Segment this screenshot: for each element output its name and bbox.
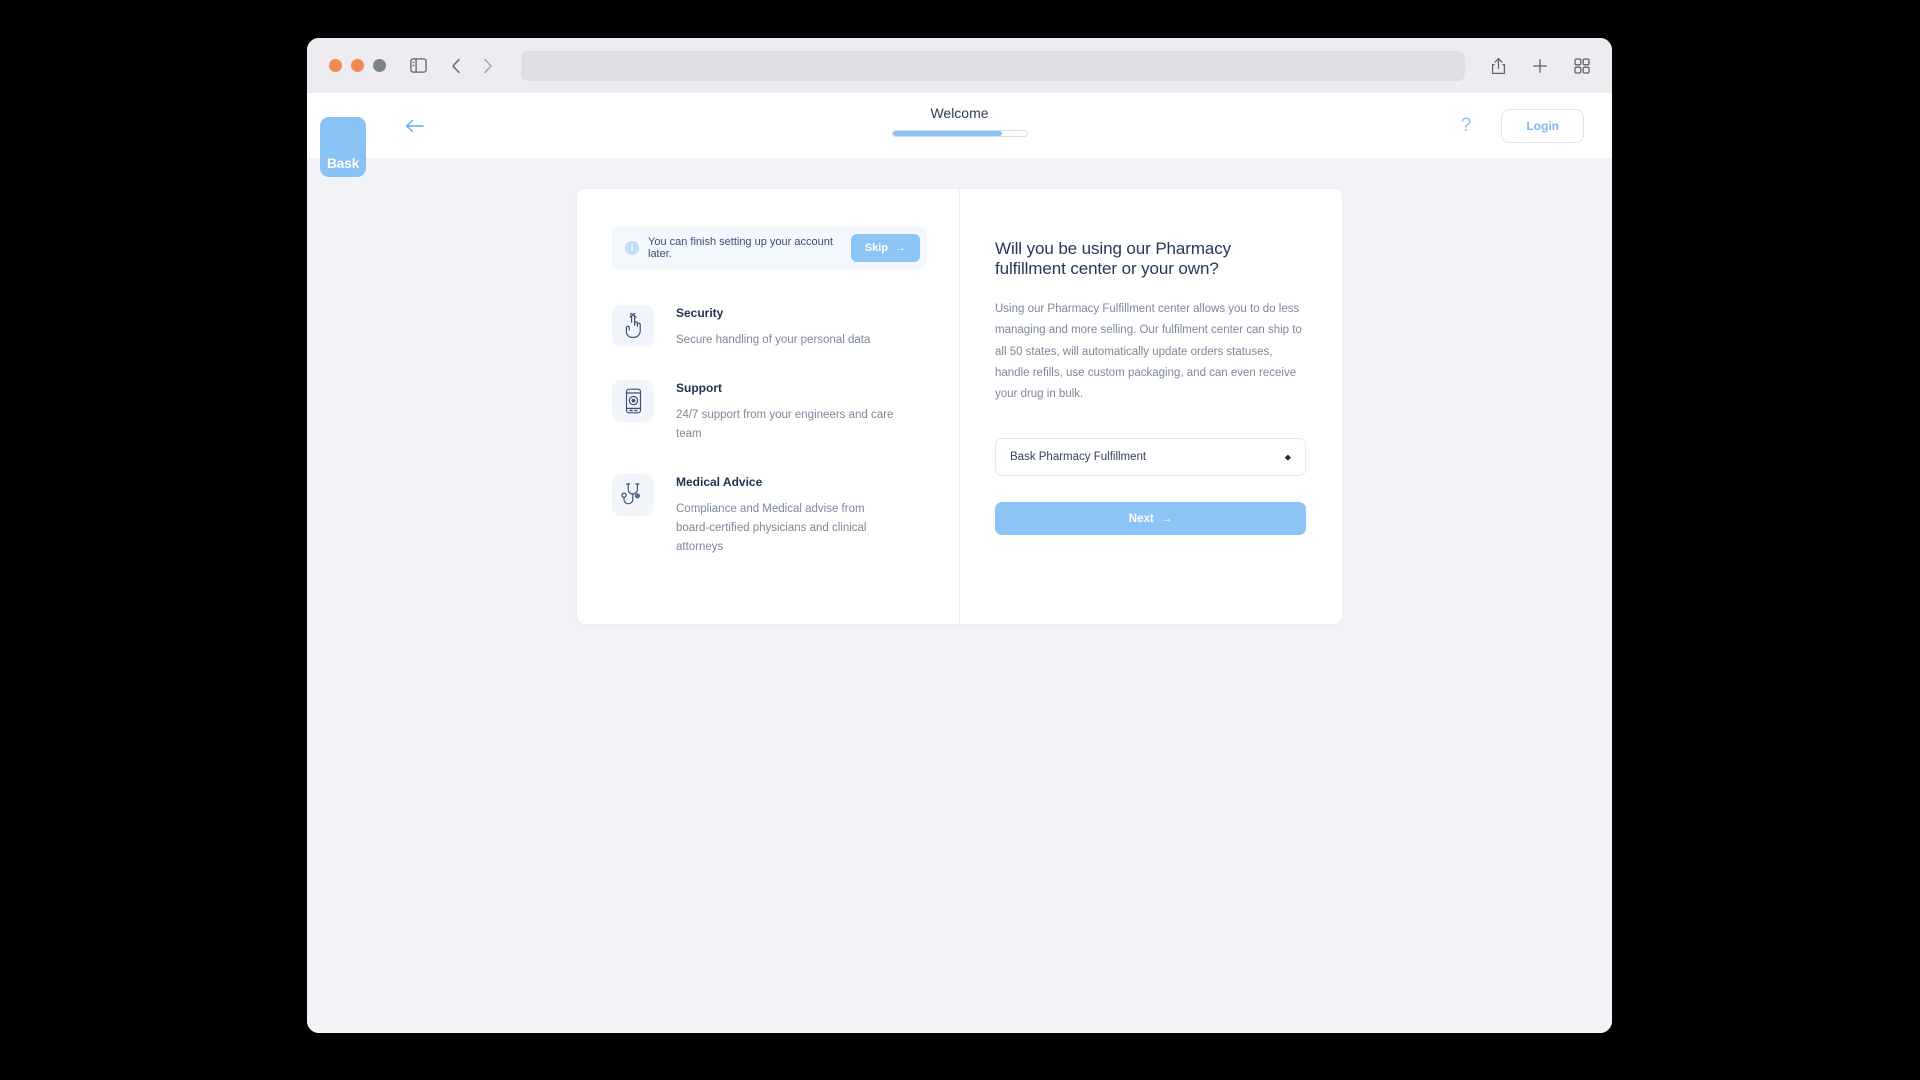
feature-text-security: Security Secure handling of your persona…: [676, 305, 870, 350]
left-pane: i You can finish setting up your account…: [577, 189, 960, 624]
sidebar-icon[interactable]: [410, 58, 427, 73]
feature-item-security: Security Secure handling of your persona…: [612, 305, 927, 350]
address-bar[interactable]: [521, 50, 1465, 81]
browser-window: Bask Welcome ? Login i You can finish se…: [307, 38, 1612, 1033]
header-center: Welcome: [891, 105, 1028, 137]
feature-description: Secure handling of your personal data: [676, 334, 871, 346]
feature-title: Security: [676, 306, 724, 320]
fulfillment-center-select[interactable]: Bask Pharmacy Fulfillment ⬥: [995, 438, 1306, 477]
feature-item-support: Support 24/7 support from your engineers…: [612, 379, 927, 444]
notice-text: You can finish setting up your account l…: [648, 236, 833, 260]
skip-button[interactable]: Skip →: [850, 234, 920, 262]
feature-list: Security Secure handling of your persona…: [612, 305, 927, 557]
window-controls[interactable]: [329, 59, 386, 72]
fingerprint-hand-icon: [612, 305, 654, 347]
feature-title: Medical Advice: [676, 474, 763, 489]
info-icon: i: [625, 241, 639, 255]
minimize-window-button[interactable]: [351, 59, 364, 72]
login-button[interactable]: Login: [1501, 108, 1584, 143]
page-body: i You can finish setting up your account…: [307, 159, 1612, 1033]
maximize-window-button[interactable]: [373, 59, 386, 72]
feature-text-medical-advice: Medical Advice Compliance and Medical ad…: [676, 474, 898, 557]
onboarding-progress-fill: [892, 131, 1003, 136]
browser-back-icon[interactable]: [451, 58, 461, 74]
feature-description: 24/7 support from your engineers and car…: [676, 408, 894, 440]
help-icon[interactable]: ?: [1461, 116, 1472, 135]
arrow-right-icon: →: [1160, 512, 1173, 525]
app-logo[interactable]: Bask: [320, 117, 366, 177]
next-button-label: Next: [1128, 512, 1154, 525]
arrow-right-icon: →: [895, 242, 906, 254]
page-title: Welcome: [930, 105, 989, 121]
feature-item-medical-advice: Medical Advice Compliance and Medical ad…: [612, 473, 927, 557]
next-button[interactable]: Next →: [995, 502, 1306, 536]
feature-description: Compliance and Medical advise from board…: [676, 502, 867, 553]
browser-forward-icon[interactable]: [483, 58, 493, 74]
app-header: Bask Welcome ? Login: [307, 93, 1612, 177]
question-body: Using our Pharmacy Fulfillment center al…: [995, 303, 1302, 401]
feature-text-support: Support 24/7 support from your engineers…: [676, 380, 898, 444]
share-icon[interactable]: [1491, 57, 1506, 75]
plus-icon[interactable]: [1532, 58, 1548, 74]
skip-button-label: Skip: [864, 242, 888, 254]
right-pane: Will you be using our Pharmacy fulfillme…: [960, 189, 1342, 624]
fulfillment-center-select-value: Bask Pharmacy Fulfillment: [1010, 451, 1147, 464]
question-title: Will you be using our Pharmacy fulfillme…: [995, 239, 1232, 278]
mobile-phone-icon: [612, 379, 654, 422]
chevron-down-icon: ⬥: [1284, 451, 1291, 462]
stethoscope-icon: [612, 473, 654, 516]
toolbar-actions: [1465, 57, 1590, 75]
page-back-button[interactable]: [399, 111, 429, 141]
onboarding-progress-bar: [891, 130, 1028, 137]
account-setup-notice: i You can finish setting up your account…: [612, 227, 927, 269]
browser-toolbar: [307, 38, 1612, 93]
header-actions: ? Login: [1461, 108, 1584, 143]
tab-grid-icon[interactable]: [1574, 57, 1590, 74]
close-window-button[interactable]: [329, 59, 342, 72]
app-logo-text: Bask: [326, 155, 360, 171]
onboarding-card: i You can finish setting up your account…: [577, 189, 1342, 624]
feature-title: Support: [676, 380, 722, 395]
